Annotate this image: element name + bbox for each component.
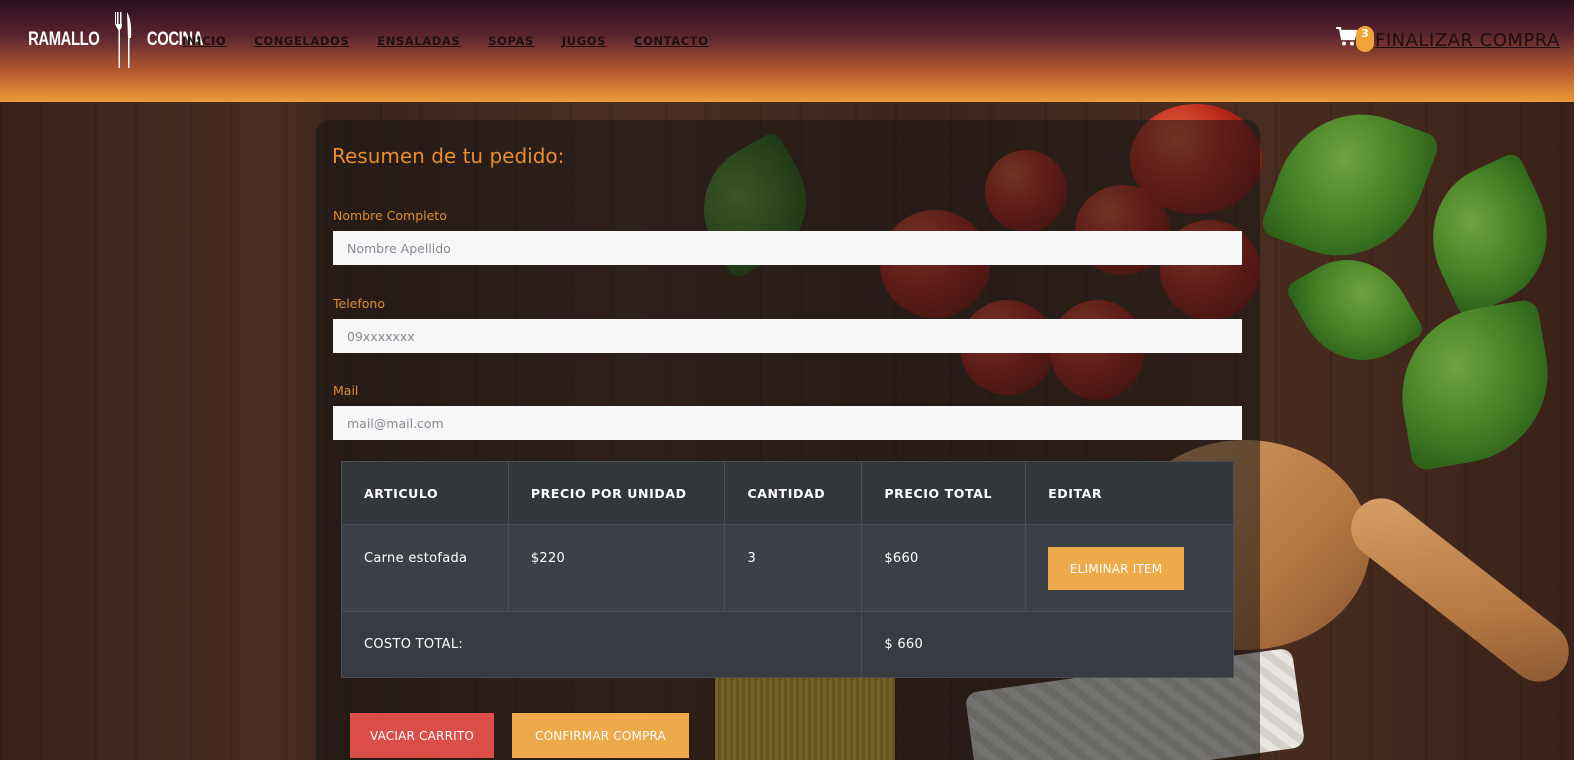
phone-label: Telefono [333, 296, 385, 311]
total-label: COSTO TOTAL: [340, 611, 863, 678]
remove-item-button[interactable]: ELIMINAR ITEM [1048, 547, 1185, 590]
name-input[interactable] [333, 231, 1242, 265]
mail-label: Mail [333, 383, 359, 398]
basil-leaf-decoration [1258, 90, 1442, 280]
table-header-row: ARTICULO PRECIO POR UNIDAD CANTIDAD PREC… [341, 461, 1234, 525]
brand-left-word: RAMALLO [28, 29, 100, 50]
main-nav: INICIO CONGELADOS ENSALADAS SOPAS JUGOS … [182, 34, 737, 48]
total-value: $ 660 [861, 611, 1234, 678]
cell-quantity: 3 [724, 524, 863, 612]
basil-leaf-decoration [1284, 237, 1426, 383]
cell-unit-price: $220 [507, 524, 726, 612]
table-row: Carne estofada $220 3 $660 ELIMINAR ITEM [341, 524, 1234, 612]
cart-count-badge: 3 [1356, 26, 1374, 52]
column-header-quantity: CANTIDAD [724, 461, 863, 525]
confirm-purchase-button[interactable]: CONFIRMAR COMPRA [512, 713, 689, 758]
table-total-row: COSTO TOTAL: $ 660 [340, 611, 1234, 678]
empty-cart-button[interactable]: VACIAR CARRITO [350, 713, 494, 758]
fork-knife-icon [115, 12, 132, 68]
cell-article: Carne estofada [341, 524, 509, 612]
nav-item-inicio[interactable]: INICIO [182, 34, 226, 48]
cell-total: $660 [861, 524, 1027, 612]
order-table: ARTICULO PRECIO POR UNIDAD CANTIDAD PREC… [340, 461, 1234, 678]
name-label: Nombre Completo [333, 208, 447, 223]
nav-item-congelados[interactable]: CONGELADOS [254, 34, 349, 48]
basil-leaf-decoration [1408, 150, 1572, 320]
cell-edit: ELIMINAR ITEM [1025, 524, 1234, 612]
wooden-spoon-handle-decoration [1339, 486, 1574, 694]
column-header-article: ARTICULO [341, 461, 509, 525]
phone-input[interactable] [333, 319, 1242, 353]
basil-leaf-decoration [1388, 298, 1562, 472]
mail-input[interactable] [333, 406, 1242, 440]
page-title: Resumen de tu pedido: [332, 144, 565, 168]
column-header-edit: EDITAR [1025, 461, 1234, 525]
site-header: RAMALLO COCINA INICIO CONGELADOS ENSALAD… [0, 0, 1574, 102]
column-header-total-price: PRECIO TOTAL [861, 461, 1027, 525]
nav-item-ensaladas[interactable]: ENSALADAS [377, 34, 460, 48]
nav-item-sopas[interactable]: SOPAS [488, 34, 534, 48]
nav-item-contacto[interactable]: CONTACTO [634, 34, 709, 48]
cart-icon[interactable] [1336, 27, 1358, 47]
column-header-unit-price: PRECIO POR UNIDAD [507, 461, 726, 525]
checkout-link[interactable]: FINALIZAR COMPRA [1375, 30, 1560, 51]
nav-item-jugos[interactable]: JUGOS [562, 34, 606, 48]
